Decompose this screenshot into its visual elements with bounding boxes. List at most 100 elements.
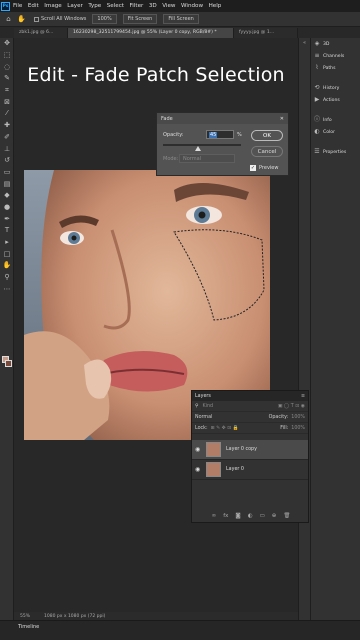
layer-row[interactable]: ◉ Layer 0 copy: [192, 440, 308, 460]
zoom-level[interactable]: 55%: [20, 614, 30, 619]
menu-filter[interactable]: Filter: [129, 3, 143, 9]
frame-tool-icon[interactable]: ⊠: [0, 96, 14, 108]
filter-type-icons[interactable]: ▣ ◯ T ⊡ ◉: [278, 404, 305, 409]
layers-panel-header[interactable]: Layers ≡: [192, 391, 308, 401]
properties-icon: ☰: [314, 148, 320, 155]
opacity-input[interactable]: 45: [206, 130, 234, 139]
fit-screen-button[interactable]: Fit Screen: [122, 14, 158, 24]
adjustment-layer-icon[interactable]: ◐: [248, 513, 253, 519]
panel-properties[interactable]: ☰ Properties: [311, 146, 360, 158]
opacity-slider[interactable]: [163, 144, 241, 146]
link-layers-icon[interactable]: ∞: [212, 513, 217, 519]
layers-panel: Layers ≡ ⚲ Kind ▣ ◯ T ⊡ ◉ Normal Opacity…: [191, 390, 309, 523]
quick-select-tool-icon[interactable]: ✎: [0, 73, 14, 85]
preview-option[interactable]: ✓ Preview: [250, 165, 278, 171]
blend-mode-select[interactable]: Normal: [195, 415, 212, 420]
3d-icon: ◈: [314, 40, 320, 47]
menu-layer[interactable]: Layer: [67, 3, 83, 9]
panel-menu-icon[interactable]: ≡: [301, 394, 305, 399]
new-layer-icon[interactable]: ⊕: [272, 513, 277, 519]
opacity-label: Opacity:: [268, 414, 289, 420]
layer-row[interactable]: ◉ Layer 0: [192, 460, 308, 480]
rectangle-tool-icon[interactable]: □: [0, 248, 14, 260]
crop-tool-icon[interactable]: ⌗: [0, 85, 14, 97]
fade-dialog: Fade ✕ Opacity: 45 % Mode: Normal OK Can…: [156, 112, 289, 176]
mode-label: Mode:: [163, 156, 179, 162]
clone-stamp-tool-icon[interactable]: ⊥: [0, 143, 14, 155]
hand-tool-icon[interactable]: ✋: [0, 260, 14, 272]
timeline-tab[interactable]: Timeline: [18, 624, 39, 630]
background-color-swatch[interactable]: [5, 360, 12, 367]
delete-layer-icon[interactable]: 🗑: [283, 513, 290, 519]
ok-button[interactable]: OK: [251, 130, 283, 141]
percent-label: %: [237, 132, 242, 138]
more-tools-icon[interactable]: ⋯: [0, 283, 14, 295]
tab-document[interactable]: zbk1.jpg @ 6...: [14, 28, 68, 38]
marquee-tool-icon[interactable]: ⬚: [0, 50, 14, 62]
tab-document[interactable]: fyyyy.jpg @ 1...: [234, 28, 298, 38]
lasso-tool-icon[interactable]: ◌: [0, 61, 14, 73]
scroll-all-windows-checkbox[interactable]: [34, 16, 39, 22]
add-mask-icon[interactable]: ◙: [235, 513, 240, 519]
menu-window[interactable]: Window: [181, 3, 203, 9]
fill-screen-button[interactable]: Fill Screen: [163, 14, 199, 24]
visibility-eye-icon[interactable]: ◉: [195, 466, 203, 473]
hand-tool-icon[interactable]: ✋: [17, 15, 26, 24]
menu-select[interactable]: Select: [107, 3, 124, 9]
layer-kind-filter[interactable]: Kind: [203, 404, 214, 409]
zoom-100-button[interactable]: 100%: [92, 14, 117, 24]
fade-dialog-titlebar[interactable]: Fade ✕: [157, 113, 288, 124]
menu-image[interactable]: Image: [44, 3, 62, 9]
tab-document-active[interactable]: 16230298_32511799454.jpg @ 55% (Layer 0 …: [68, 28, 234, 38]
photoshop-logo-icon[interactable]: Ps: [1, 1, 10, 11]
history-brush-tool-icon[interactable]: ↺: [0, 155, 14, 167]
visibility-eye-icon[interactable]: ◉: [195, 446, 203, 453]
panel-history-label: History: [323, 85, 340, 91]
opacity-slider-thumb[interactable]: [195, 146, 202, 151]
menu-view[interactable]: View: [162, 3, 175, 9]
menu-edit[interactable]: Edit: [28, 3, 39, 9]
blur-tool-icon[interactable]: ◆: [0, 190, 14, 202]
panel-paths[interactable]: ⌇ Paths: [311, 62, 360, 74]
panel-3d-label: 3D: [323, 41, 330, 47]
document-info[interactable]: 1080 px x 1080 px (72 ppi): [44, 614, 105, 619]
type-tool-icon[interactable]: T: [0, 225, 14, 237]
panel-color[interactable]: ◐ Color: [311, 126, 360, 138]
healing-brush-tool-icon[interactable]: ✚: [0, 120, 14, 132]
zoom-tool-icon[interactable]: ⚲: [0, 272, 14, 284]
dock-expand-icon[interactable]: «: [299, 40, 310, 46]
pen-tool-icon[interactable]: ✒: [0, 213, 14, 225]
opacity-value: 45: [209, 132, 218, 138]
menu-3d[interactable]: 3D: [149, 3, 157, 9]
close-icon[interactable]: ✕: [280, 116, 284, 122]
home-icon[interactable]: ⌂: [4, 15, 13, 24]
eraser-tool-icon[interactable]: ▭: [0, 167, 14, 179]
preview-checkbox[interactable]: ✓: [250, 165, 256, 171]
layer-opacity-value[interactable]: 100%: [291, 415, 305, 420]
fill-value[interactable]: 100%: [291, 426, 305, 431]
status-bar: 55% 1080 px x 1080 px (72 ppi): [14, 612, 298, 620]
eyedropper-tool-icon[interactable]: ⁄: [0, 108, 14, 120]
panel-info-label: Info: [323, 117, 332, 123]
panel-3d[interactable]: ◈ 3D: [311, 38, 360, 50]
menu-bar: Ps File Edit Image Layer Type Select Fil…: [0, 0, 360, 12]
panel-info[interactable]: ⓘ Info: [311, 114, 360, 126]
lock-icons[interactable]: ⊞ ✎ ✥ ⊡ 🔒: [211, 426, 239, 431]
panel-history[interactable]: ⟲ History: [311, 82, 360, 94]
panel-channels[interactable]: ≡ Channels: [311, 50, 360, 62]
panel-actions[interactable]: ▶ Actions: [311, 94, 360, 106]
layer-style-icon[interactable]: fx: [223, 513, 228, 519]
menu-file[interactable]: File: [13, 3, 22, 9]
path-selection-tool-icon[interactable]: ▸: [0, 237, 14, 249]
filter-icon: ⚲: [195, 403, 199, 409]
mode-select[interactable]: Normal: [179, 154, 235, 163]
move-tool-icon[interactable]: ✥: [0, 38, 14, 50]
new-group-icon[interactable]: ▭: [260, 513, 265, 519]
paths-icon: ⌇: [315, 64, 319, 71]
brush-tool-icon[interactable]: ✐: [0, 132, 14, 144]
menu-help[interactable]: Help: [209, 3, 222, 9]
cancel-button[interactable]: Cancel: [251, 146, 283, 157]
menu-type[interactable]: Type: [88, 3, 101, 9]
dodge-tool-icon[interactable]: ●: [0, 202, 14, 214]
gradient-tool-icon[interactable]: ▤: [0, 178, 14, 190]
